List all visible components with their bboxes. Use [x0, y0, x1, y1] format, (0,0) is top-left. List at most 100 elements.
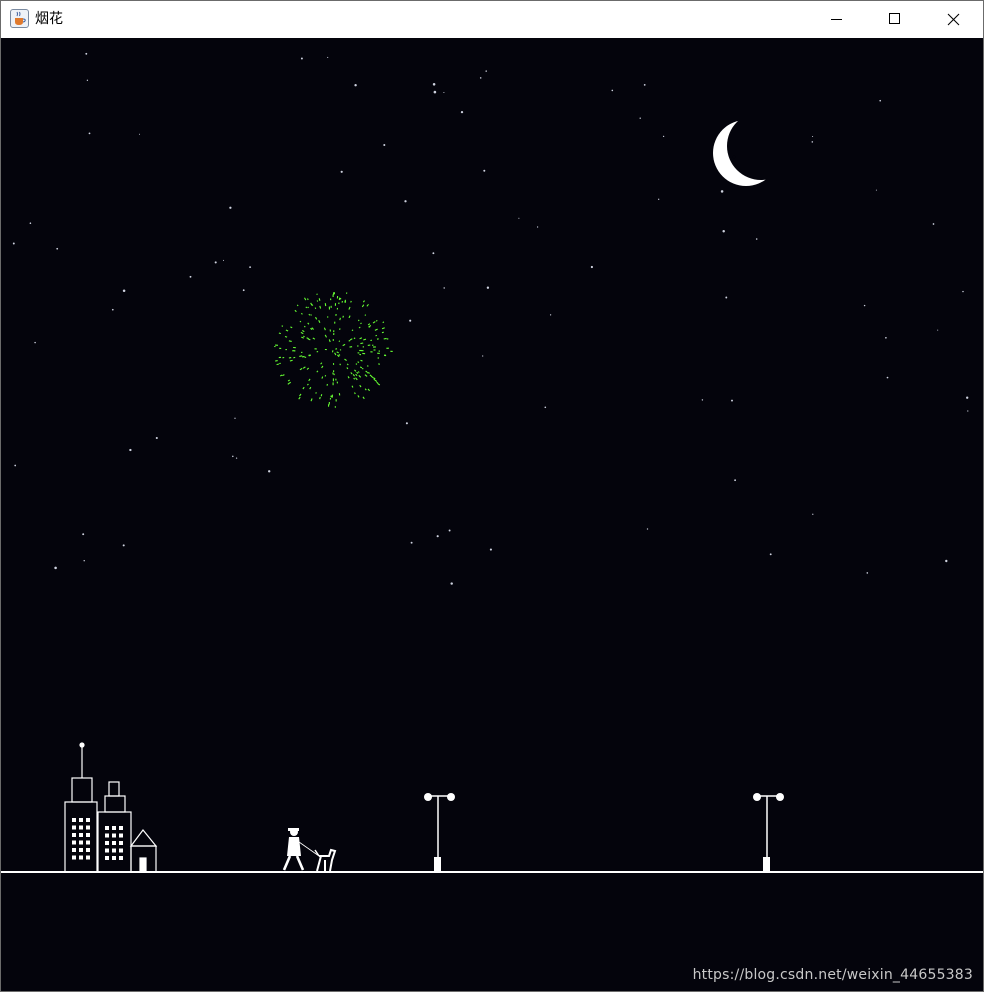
firework-particle [374, 379, 378, 382]
star [234, 417, 236, 419]
firework-particle [334, 352, 337, 356]
building-window [79, 825, 83, 830]
firework-particle [367, 372, 370, 374]
firework-particle [307, 322, 310, 325]
star [483, 169, 486, 172]
firework-particle [359, 366, 363, 369]
firework-particle [278, 332, 281, 335]
firework-particle [316, 370, 319, 373]
firework-particle [303, 325, 306, 328]
star [340, 170, 343, 173]
firework-particle [338, 354, 341, 356]
star [129, 448, 132, 452]
star [232, 455, 234, 458]
firework-particle [364, 388, 367, 391]
firework-particle [357, 395, 360, 398]
firework-particle [308, 354, 311, 356]
building-window [79, 833, 83, 837]
star [460, 110, 464, 114]
firework-particle [348, 306, 351, 310]
star [658, 198, 660, 200]
firework-particle [299, 393, 302, 397]
building-window [119, 841, 123, 845]
firework-particle [309, 386, 312, 390]
star [268, 470, 271, 473]
firework-particle [318, 298, 321, 301]
firework-particle [302, 329, 305, 333]
building-window [119, 856, 123, 860]
star [937, 329, 939, 331]
building-window [86, 855, 90, 860]
firework-particle [275, 360, 278, 362]
close-button[interactable] [923, 1, 983, 38]
firework-particle [376, 381, 379, 384]
firework-particle [350, 372, 353, 375]
firework-particle [366, 371, 369, 374]
firework-particle [305, 306, 308, 309]
star [812, 513, 814, 515]
star [448, 529, 451, 532]
star [590, 265, 594, 269]
star [482, 355, 484, 357]
app-window: 烟花 https://blog.csdn.net/weixin_44655383 [0, 0, 984, 992]
star [139, 133, 140, 135]
firework-particle [339, 317, 341, 321]
building-window [112, 841, 116, 845]
firework-particle [288, 340, 292, 342]
firework-particle [320, 394, 323, 397]
star [966, 396, 969, 399]
building-window [119, 848, 123, 853]
star [410, 541, 413, 544]
firework-particle [372, 321, 376, 324]
star [769, 553, 772, 556]
firework-particle [357, 361, 360, 363]
building-window [86, 833, 90, 837]
firework-particle [324, 334, 327, 338]
minimize-button[interactable] [807, 1, 865, 38]
building-window [112, 856, 116, 860]
firework-particle [339, 363, 341, 366]
firework-particle [355, 373, 358, 377]
firework-particle [307, 306, 309, 309]
firework-particle [306, 383, 309, 386]
firework-particle [375, 334, 378, 337]
firework-particle [382, 321, 385, 324]
firework-particle [296, 304, 299, 307]
firework-particle [362, 300, 365, 303]
firework-particle [355, 363, 358, 365]
street-lamp-icon [753, 793, 784, 872]
star [863, 304, 866, 307]
firework-particle [360, 359, 363, 362]
building-window [72, 833, 76, 837]
firework-particle [357, 371, 360, 373]
firework-particle [365, 370, 368, 373]
star [229, 206, 232, 209]
firework-particle [364, 314, 367, 316]
star [967, 410, 969, 412]
firework-particle [358, 375, 362, 378]
firework-particle [328, 339, 331, 343]
firework-particle [310, 302, 313, 306]
firework-particle [315, 316, 318, 320]
drawing-canvas[interactable]: https://blog.csdn.net/weixin_44655383 [1, 38, 983, 991]
star [811, 141, 814, 143]
building-window [79, 818, 83, 822]
star [354, 84, 357, 87]
firework-particle [368, 324, 372, 328]
firework-particle [314, 307, 317, 310]
title-bar[interactable]: 烟花 [1, 1, 983, 38]
firework-particle [303, 335, 305, 338]
maximize-button[interactable] [865, 1, 923, 38]
building-window [72, 848, 76, 852]
star [879, 99, 882, 102]
star [155, 436, 158, 440]
star [639, 117, 641, 119]
star [720, 190, 724, 193]
firework-particle [351, 385, 354, 388]
firework-particle [290, 326, 293, 329]
firework-particle [284, 335, 288, 338]
star [82, 533, 85, 536]
firework-particle [320, 362, 323, 365]
firework-particle [335, 348, 338, 350]
firework-particle [300, 331, 304, 335]
